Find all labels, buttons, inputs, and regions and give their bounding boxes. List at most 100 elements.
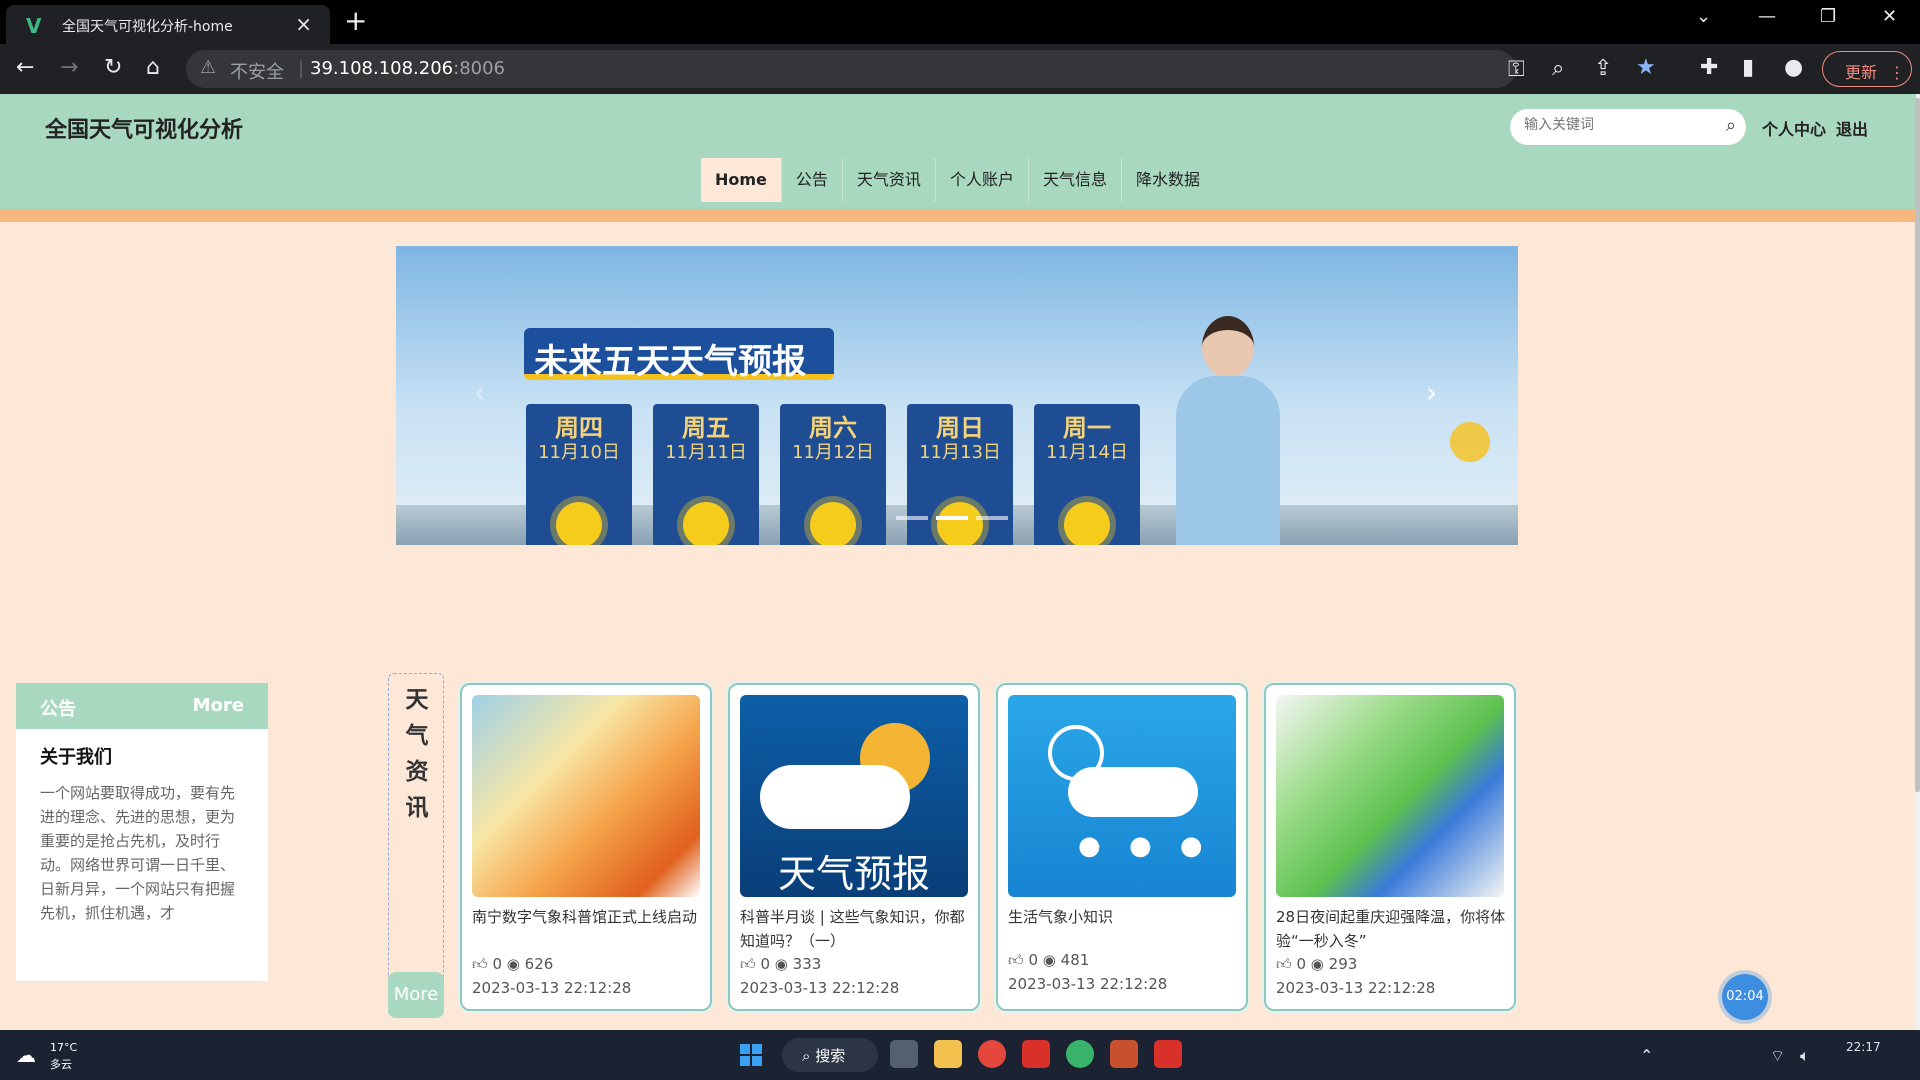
tab-search-icon[interactable]: ⌄ (1696, 6, 1711, 27)
windows-start-icon[interactable] (740, 1044, 762, 1066)
nav-account[interactable]: 个人账户 (936, 158, 1029, 202)
forecast-day-card: 周六 11月12日 (780, 404, 886, 545)
cloud-sun-icon: ☁ (16, 1043, 36, 1067)
thumbs-up-icon[interactable]: 👍︎ (1276, 955, 1292, 973)
wifi-icon[interactable]: ⌔ (1770, 1046, 1785, 1066)
sun-icon (1064, 502, 1110, 545)
wps-icon[interactable] (1154, 1040, 1182, 1068)
task-view-icon[interactable] (890, 1040, 918, 1068)
eye-icon: ◉ (1042, 951, 1056, 969)
news-date: 2023-03-13 22:12:28 (472, 979, 632, 997)
profile-icon[interactable]: ● (1784, 55, 1803, 80)
taskbar-condition: 多云 (50, 1058, 72, 1071)
forecast-day-date: 11月12日 (792, 442, 874, 463)
news-card[interactable]: 28日夜间起重庆迎强降温，你将体验“一秒入冬” 👍︎ 0 ◉ 293 2023-… (1264, 683, 1516, 1011)
carousel-dot[interactable] (936, 516, 968, 520)
address-bar[interactable]: ⚠ 不安全 | 39.108.108.206:8006 ⚿ ⌕ ⇪ ★ (186, 50, 1656, 88)
like-count: 0 (1028, 951, 1039, 969)
search-input[interactable] (1522, 116, 1712, 134)
app-icon[interactable] (1066, 1040, 1094, 1068)
share-icon[interactable]: ⇪ (1594, 56, 1612, 81)
nav-precipitation[interactable]: 降水数据 (1122, 158, 1214, 202)
nav-weather-info[interactable]: 天气信息 (1029, 158, 1122, 202)
chrome-icon[interactable] (978, 1040, 1006, 1068)
taskbar-clock[interactable]: 22:17 (1846, 1040, 1881, 1054)
sun-icon (810, 502, 856, 545)
news-card[interactable]: 天气预报 科普半月谈 | 这些气象知识，你都知道吗？（一） 👍︎ 0 ◉ 333… (728, 683, 980, 1011)
thumbs-up-icon[interactable]: 👍︎ (740, 955, 756, 973)
eye-icon: ◉ (506, 955, 520, 973)
news-title: 科普半月谈 | 这些气象知识，你都知道吗？（一） (740, 908, 965, 950)
news-stats: 👍︎ 0 ◉ 626 (472, 955, 553, 974)
page-scrollbar-thumb[interactable] (1915, 98, 1920, 792)
os-taskbar: ☁ 17°C 多云 ⌕ 搜索 ⌃ ⌔ 🔈︎ 22:17 (0, 1030, 1920, 1080)
search-icon[interactable]: ⌕ (1726, 115, 1736, 136)
carousel-next-icon[interactable]: › (1426, 376, 1437, 409)
taskbar-weather[interactable]: ☁ 17°C 多云 (16, 1039, 77, 1071)
logout-link[interactable]: 退出 (1836, 116, 1868, 140)
app-icon[interactable] (1110, 1040, 1138, 1068)
update-button[interactable]: 更新 ⋮ (1822, 51, 1912, 87)
close-tab-icon[interactable]: × (295, 12, 312, 36)
forecast-day-card: 周四 11月10日 (526, 404, 632, 545)
forecast-day-date: 11月11日 (665, 442, 747, 463)
thumbs-up-icon[interactable]: 👍︎ (472, 955, 488, 973)
site-header: 全国天气可视化分析 ⌕ 个人中心 退出 Home 公告 天气资讯 个人账户 天气… (0, 94, 1916, 209)
main-nav: Home 公告 天气资讯 个人账户 天气信息 降水数据 (701, 158, 1214, 202)
sun-icon (556, 502, 602, 545)
key-icon[interactable]: ⚿ (1508, 57, 1525, 82)
news-date: 2023-03-13 22:12:28 (1276, 979, 1436, 997)
zoom-icon[interactable]: ⌕ (1552, 56, 1564, 81)
browser-tab-bar: V 全国天气可视化分析-home × + ⌄ — ❐ ✕ (0, 0, 1920, 44)
news-label-char: 天 (405, 687, 429, 713)
back-icon[interactable]: ← (16, 55, 34, 80)
wps-icon[interactable] (1022, 1040, 1050, 1068)
banner-carousel[interactable]: 未来五天天气预报 周四 11月10日 周五 11月11日 周六 11月12日 周… (396, 246, 1518, 545)
view-count: 626 (524, 955, 554, 973)
profile-link[interactable]: 个人中心 (1762, 116, 1826, 140)
nav-home[interactable]: Home (701, 158, 782, 202)
view-count: 293 (1328, 955, 1358, 973)
news-more-button[interactable]: More (388, 972, 444, 1018)
notice-heading: 公告 (40, 699, 76, 720)
volume-icon[interactable]: 🔈︎ (1800, 1046, 1810, 1066)
thumbnail-caption: 天气预报 (777, 852, 930, 896)
taskbar-search-label: 搜索 (815, 1047, 846, 1065)
menu-dots-icon[interactable]: ⋮ (1889, 63, 1905, 82)
carousel-dot[interactable] (896, 516, 928, 520)
news-title: 南宁数字气象科普馆正式上线启动 (472, 908, 698, 926)
browser-tab[interactable]: V 全国天气可视化分析-home × (6, 5, 330, 44)
news-card[interactable]: 南宁数字气象科普馆正式上线启动 👍︎ 0 ◉ 626 2023-03-13 22… (460, 683, 712, 1011)
new-tab-button[interactable]: + (344, 4, 367, 37)
like-count: 0 (1296, 955, 1307, 973)
thumbs-up-icon[interactable]: 👍︎ (1008, 951, 1024, 969)
tray-chevron-icon[interactable]: ⌃ (1640, 1046, 1653, 1065)
window-close-button[interactable]: ✕ (1882, 6, 1897, 27)
forward-icon[interactable]: → (60, 55, 78, 80)
reload-icon[interactable]: ↻ (104, 55, 122, 80)
browser-toolbar: ← → ↻ ⌂ ⚠ 不安全 | 39.108.108.206:8006 ⚿ ⌕ … (0, 44, 1920, 94)
notice-more-link[interactable]: More (193, 695, 244, 716)
file-explorer-icon[interactable] (934, 1040, 962, 1068)
news-card[interactable]: ● ● ● 生活气象小知识 👍︎ 0 ◉ 481 2023-03-13 22:1… (996, 683, 1248, 1011)
warning-icon: ⚠ (200, 57, 217, 78)
news-stats: 👍︎ 0 ◉ 293 (1276, 955, 1357, 974)
home-icon[interactable]: ⌂ (146, 55, 160, 80)
minimize-button[interactable]: — (1758, 6, 1776, 27)
extensions-icon[interactable]: ✚ (1700, 55, 1718, 80)
nav-notices[interactable]: 公告 (781, 158, 843, 202)
carousel-dot[interactable] (976, 516, 1008, 520)
bookmark-star-icon[interactable]: ★ (1636, 55, 1656, 80)
news-label-char: 气 (405, 723, 429, 749)
news-date: 2023-03-13 22:12:28 (740, 979, 900, 997)
restore-button[interactable]: ❐ (1820, 6, 1836, 27)
carousel-prev-icon[interactable]: ‹ (474, 376, 485, 409)
nav-weather-news[interactable]: 天气资讯 (843, 158, 936, 202)
side-panel-icon[interactable]: ▮ (1742, 55, 1754, 80)
temperature-map-thumbnail (472, 695, 700, 897)
forecast-day-card: 周一 11月14日 (1034, 404, 1140, 545)
notice-title[interactable]: 关于我们 (40, 743, 112, 769)
taskbar-search[interactable]: ⌕ 搜索 (782, 1038, 878, 1072)
recording-timer[interactable]: 02:04 (1722, 974, 1768, 1020)
eye-icon: ◉ (1310, 955, 1324, 973)
